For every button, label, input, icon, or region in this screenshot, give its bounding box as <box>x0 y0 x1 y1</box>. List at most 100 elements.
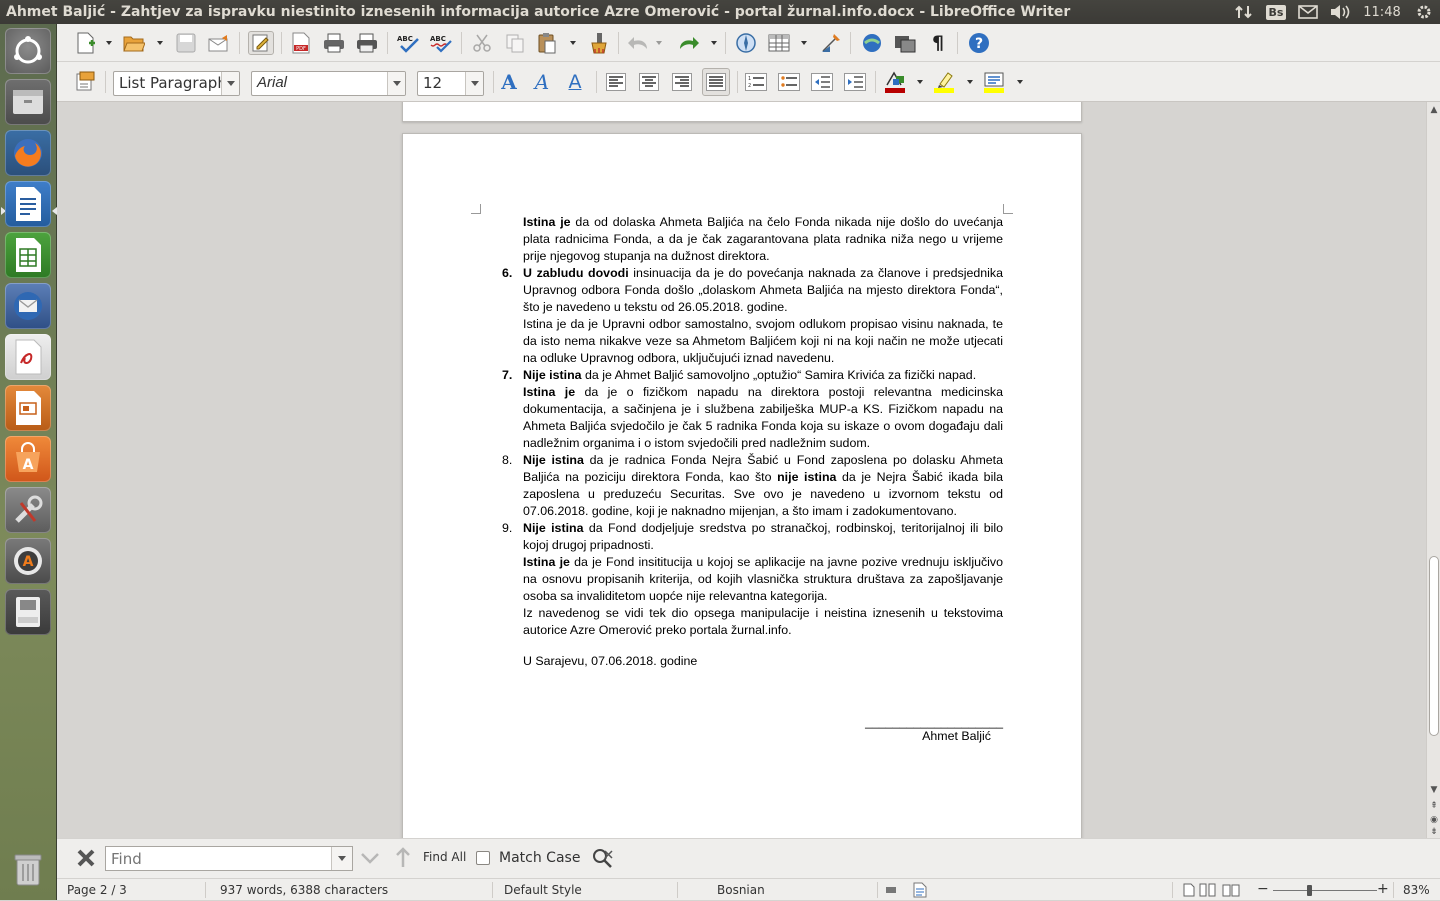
undo-icon[interactable] <box>625 31 651 55</box>
find-input[interactable] <box>105 846 353 871</box>
next-page-icon[interactable]: ⇟ <box>1428 826 1440 838</box>
scroll-down-arrow[interactable]: ▼ <box>1428 784 1440 796</box>
background-color-dropdown-arrow[interactable] <box>1017 80 1023 84</box>
table-dropdown-arrow[interactable] <box>801 41 807 45</box>
find-and-replace-icon[interactable] <box>590 846 616 870</box>
clock[interactable]: 11:48 <box>1356 0 1408 24</box>
find-next-icon[interactable] <box>357 846 383 870</box>
font-name-box[interactable]: Arial <box>251 71 406 96</box>
table-icon[interactable] <box>766 31 792 55</box>
autospellcheck-icon[interactable]: ABC <box>428 31 454 55</box>
justify-icon[interactable] <box>702 68 730 96</box>
multi-page-view-icon[interactable] <box>1199 883 1217 900</box>
zoom-out-button[interactable]: − <box>1257 881 1269 897</box>
highlighting-icon[interactable] <box>931 70 957 94</box>
software-updater-icon[interactable]: A <box>5 538 51 584</box>
data-sources-icon[interactable] <box>892 31 918 55</box>
word-count[interactable]: 937 words, 6388 characters <box>220 883 388 897</box>
edit-mode-icon[interactable] <box>248 31 274 55</box>
save-icon[interactable] <box>173 31 199 55</box>
zoom-slider-handle[interactable] <box>1307 885 1312 896</box>
writer-icon[interactable] <box>5 181 51 227</box>
align-center-icon[interactable] <box>636 70 662 94</box>
mail-icon[interactable] <box>1292 0 1324 24</box>
keyboard-layout-indicator[interactable]: Bs <box>1260 0 1292 24</box>
paste-icon[interactable] <box>534 31 560 55</box>
font-color-dropdown-arrow[interactable] <box>917 80 923 84</box>
text-language[interactable]: Bosnian <box>717 883 765 897</box>
print-icon[interactable] <box>321 31 347 55</box>
styles-and-formatting-icon[interactable] <box>73 70 99 94</box>
help-icon[interactable]: ? <box>966 31 992 55</box>
new-dropdown-arrow[interactable] <box>106 41 112 45</box>
cut-icon[interactable] <box>469 31 495 55</box>
paragraph-style-box[interactable]: List Paragraph <box>113 71 240 96</box>
new-document-icon[interactable] <box>73 31 99 55</box>
align-left-icon[interactable] <box>603 70 629 94</box>
bullets-icon[interactable] <box>776 70 802 94</box>
open-dropdown-arrow[interactable] <box>157 41 163 45</box>
session-gear-icon[interactable] <box>1408 0 1440 24</box>
previous-page-icon[interactable]: ⇞ <box>1428 800 1440 812</box>
bold-icon[interactable]: A <box>496 70 522 94</box>
open-folder-icon[interactable] <box>121 31 147 55</box>
background-color-icon[interactable] <box>981 70 1007 94</box>
document-viewer-icon[interactable] <box>5 334 51 380</box>
volume-icon[interactable] <box>1324 0 1356 24</box>
undo-dropdown-arrow[interactable] <box>656 41 662 45</box>
email-document-icon[interactable] <box>206 31 232 55</box>
software-center-icon[interactable]: A <box>5 436 51 482</box>
firefox-icon[interactable] <box>5 130 51 176</box>
calc-icon[interactable] <box>5 232 51 278</box>
zoom-in-button[interactable]: + <box>1377 881 1389 897</box>
close-findbar-icon[interactable] <box>73 846 99 870</box>
redo-dropdown-arrow[interactable] <box>711 41 717 45</box>
match-case-checkbox[interactable] <box>476 851 490 865</box>
impress-icon[interactable] <box>5 385 51 431</box>
vertical-scrollbar[interactable]: ▲ ▼ ⇞ ◉ ⇟ <box>1426 102 1440 838</box>
highlighting-dropdown-arrow[interactable] <box>967 80 973 84</box>
network-icon[interactable] <box>1228 0 1260 24</box>
font-size-dropdown-arrow[interactable] <box>465 72 483 95</box>
redo-icon[interactable] <box>676 31 702 55</box>
font-name-dropdown-arrow[interactable] <box>387 72 405 95</box>
page-indicator[interactable]: Page 2 / 3 <box>67 883 127 897</box>
export-pdf-icon[interactable]: PDF <box>288 31 314 55</box>
navigation-icon[interactable]: ◉ <box>1428 814 1440 826</box>
document-modified-icon[interactable] <box>913 882 927 901</box>
insert-mode-icon[interactable] <box>885 884 897 899</box>
scrollbar-thumb[interactable] <box>1429 556 1439 736</box>
page-style[interactable]: Default Style <box>504 883 582 897</box>
print-preview-icon[interactable] <box>354 31 380 55</box>
show-draw-functions-icon[interactable] <box>818 31 844 55</box>
match-case-label[interactable]: Match Case <box>499 850 580 866</box>
decrease-indent-icon[interactable] <box>809 70 835 94</box>
align-right-icon[interactable] <box>669 70 695 94</box>
find-all-button[interactable]: Find All <box>423 850 466 864</box>
increase-indent-icon[interactable] <box>842 70 868 94</box>
drive-icon[interactable] <box>5 589 51 635</box>
page-2[interactable]: Istina je da od dolaska Ahmeta Baljića n… <box>402 133 1082 838</box>
copy-icon[interactable] <box>502 31 528 55</box>
zoom-level[interactable]: 83% <box>1403 883 1430 897</box>
single-page-view-icon[interactable] <box>1183 883 1195 900</box>
trash-icon[interactable] <box>5 846 51 892</box>
spelling-icon[interactable]: ABC <box>395 31 421 55</box>
document-body[interactable]: Istina je da od dolaska Ahmeta Baljića n… <box>502 214 1003 745</box>
book-view-icon[interactable] <box>1222 883 1240 900</box>
font-color-icon[interactable] <box>882 70 908 94</box>
scroll-up-arrow[interactable]: ▲ <box>1428 104 1440 116</box>
font-size-box[interactable]: 12 <box>417 71 484 96</box>
paste-dropdown-arrow[interactable] <box>570 41 576 45</box>
thunderbird-icon[interactable] <box>5 283 51 329</box>
italic-icon[interactable]: A <box>529 70 555 94</box>
document-workspace[interactable]: Istina je da od dolaska Ahmeta Baljića n… <box>57 102 1426 838</box>
gallery-icon[interactable] <box>859 31 885 55</box>
numbering-icon[interactable]: 12 <box>743 70 769 94</box>
system-settings-icon[interactable] <box>5 487 51 533</box>
zoom-slider[interactable] <box>1273 890 1377 891</box>
underline-icon[interactable]: A <box>562 70 588 94</box>
files-icon[interactable] <box>5 79 51 125</box>
navigator-icon[interactable] <box>733 31 759 55</box>
formatting-marks-icon[interactable]: ¶ <box>925 31 951 55</box>
